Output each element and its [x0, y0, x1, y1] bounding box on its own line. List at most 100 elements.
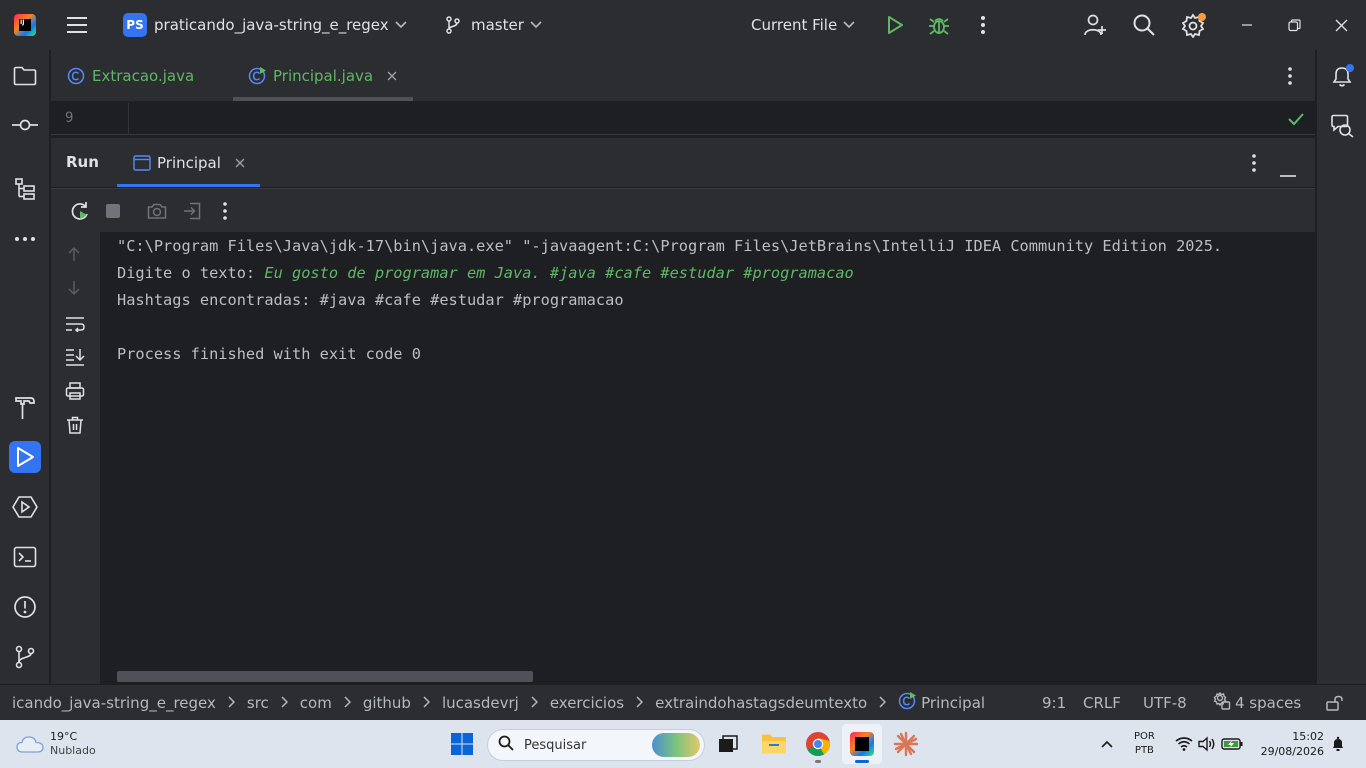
soft-wrap-icon[interactable]: [65, 316, 85, 336]
file-encoding[interactable]: UTF-8: [1143, 685, 1187, 721]
scroll-down-arrow-icon[interactable]: [67, 280, 81, 300]
more-run-actions-icon[interactable]: [222, 201, 228, 225]
file-explorer-folder-icon[interactable]: [761, 720, 787, 768]
left-tool-strip: [0, 50, 50, 684]
breadcrumb-item[interactable]: src: [247, 694, 269, 712]
run-panel-options-icon[interactable]: [1251, 153, 1257, 177]
project-folder-icon[interactable]: [9, 60, 41, 92]
restore-window-icon[interactable]: [1288, 0, 1301, 50]
git-icon[interactable]: [9, 641, 41, 673]
close-window-icon[interactable]: [1335, 0, 1348, 50]
task-view-icon[interactable]: [717, 720, 739, 768]
line-ending[interactable]: CRLF: [1083, 685, 1121, 721]
battery-charging-icon: [1221, 738, 1243, 750]
tab-principal-java[interactable]: Principal.java: [248, 50, 397, 102]
notification-center-icon[interactable]: [1331, 720, 1345, 768]
intellij-taskbar-icon[interactable]: [842, 724, 882, 764]
rerun-icon[interactable]: [69, 201, 91, 227]
no-problems-check-icon[interactable]: [1287, 111, 1305, 131]
notifications-bell-icon[interactable]: [1326, 60, 1358, 92]
chevron-right-icon: [228, 694, 235, 712]
run-tool-icon[interactable]: [9, 441, 41, 473]
branch-selector[interactable]: master: [445, 0, 542, 50]
breadcrumb-item[interactable]: exercicios: [550, 694, 624, 712]
start-windows-icon[interactable]: [450, 720, 474, 768]
search-icon[interactable]: [1132, 0, 1156, 50]
read-only-lock-icon[interactable]: [1326, 685, 1344, 721]
caret-position[interactable]: 9:1: [1042, 685, 1066, 721]
scroll-to-end-icon[interactable]: [65, 348, 85, 370]
cloud-icon: [16, 736, 44, 753]
show-hidden-icons-chevron-up-icon[interactable]: [1100, 720, 1114, 768]
right-tool-strip: [1316, 50, 1366, 684]
intellij-logo-icon[interactable]: IJ: [14, 0, 36, 50]
weather-widget[interactable]: 19°C Nublado: [16, 720, 96, 768]
git-branch-icon: [445, 16, 461, 34]
terminal-icon[interactable]: [9, 541, 41, 573]
hide-panel-icon[interactable]: [1280, 162, 1296, 181]
clock[interactable]: 15:02 29/08/2026: [1258, 720, 1324, 768]
minimize-window-icon[interactable]: [1241, 0, 1253, 50]
editor-area[interactable]: 9: [51, 103, 1315, 135]
run-console[interactable]: "C:\Program Files\Java\jdk-17\bin\java.e…: [100, 232, 1315, 684]
breadcrumb-item[interactable]: lucasdevrj: [442, 694, 519, 712]
system-tray-quick-settings[interactable]: [1175, 720, 1243, 768]
clear-trash-icon[interactable]: [66, 416, 84, 438]
breadcrumb-item[interactable]: github: [363, 694, 411, 712]
commit-icon[interactable]: [9, 109, 41, 141]
more-actions-icon[interactable]: [980, 0, 986, 50]
camera-snapshot-icon[interactable]: [147, 202, 167, 224]
structure-icon[interactable]: [9, 173, 41, 205]
indent-setting[interactable]: 4 spaces: [1213, 685, 1301, 721]
gutter-divider: [128, 103, 129, 135]
active-app-indicator: [855, 760, 869, 763]
run-config-label: Current File: [751, 16, 838, 34]
scroll-up-arrow-icon[interactable]: [67, 246, 81, 266]
run-button[interactable]: [886, 0, 904, 50]
clock-date: 29/08/2026: [1260, 745, 1324, 758]
run-panel-header: Run Principal: [51, 137, 1315, 187]
add-user-icon[interactable]: [1083, 0, 1107, 50]
close-tab-icon[interactable]: [387, 71, 397, 81]
bug-icon: [929, 18, 949, 35]
weather-temp: 19°C: [50, 730, 78, 743]
stop-icon[interactable]: [105, 203, 121, 223]
intellij-app-icon: [850, 732, 874, 756]
more-tools-icon[interactable]: [9, 223, 41, 255]
chevron-down-icon: [395, 21, 407, 29]
settings-gear-icon[interactable]: [1181, 0, 1207, 50]
problems-icon[interactable]: [9, 591, 41, 623]
breadcrumb-item[interactable]: icando_java-string_e_regex: [12, 694, 216, 712]
chrome-browser-icon[interactable]: [805, 720, 831, 768]
services-icon[interactable]: [9, 491, 41, 523]
tab-extracao-java[interactable]: Extracao.java: [67, 50, 194, 102]
run-panel-title: Run: [66, 153, 99, 171]
run-tab-indicator: [117, 184, 260, 187]
debug-button[interactable]: [928, 0, 950, 50]
java-runnable-class-icon: [248, 67, 266, 85]
java-class-icon: [67, 67, 85, 85]
close-run-tab-icon[interactable]: [235, 158, 245, 168]
project-selector[interactable]: PS praticando_java-string_e_regex: [123, 0, 407, 50]
console-horizontal-scrollbar[interactable]: [117, 671, 533, 682]
tab-label: Extracao.java: [92, 67, 195, 85]
claude-app-icon[interactable]: [893, 720, 919, 768]
console-window-icon: [133, 155, 151, 171]
breadcrumb-item[interactable]: com: [300, 694, 332, 712]
run-tab-principal[interactable]: Principal: [117, 138, 260, 188]
indent-settings-icon: [1213, 691, 1231, 714]
taskbar-search-box[interactable]: Pesquisar: [487, 729, 705, 761]
main-menu-icon[interactable]: [66, 0, 88, 50]
breadcrumb-item[interactable]: extraindohastagsdeumtexto: [655, 694, 867, 712]
restore-layout-icon[interactable]: [183, 202, 201, 224]
build-hammer-icon[interactable]: [9, 392, 41, 424]
breadcrumb-item[interactable]: Principal: [921, 694, 985, 712]
taskbar-search-placeholder: Pesquisar: [524, 737, 587, 753]
tab-options-icon[interactable]: [1287, 50, 1293, 102]
search-highlight-image: [652, 733, 700, 757]
run-config-selector[interactable]: Current File: [751, 0, 855, 50]
input-language-indicator[interactable]: POR PTB: [1134, 720, 1155, 768]
ai-assistant-icon[interactable]: [1326, 110, 1358, 142]
tab-label: Principal.java: [273, 67, 374, 85]
print-icon[interactable]: [65, 382, 85, 404]
